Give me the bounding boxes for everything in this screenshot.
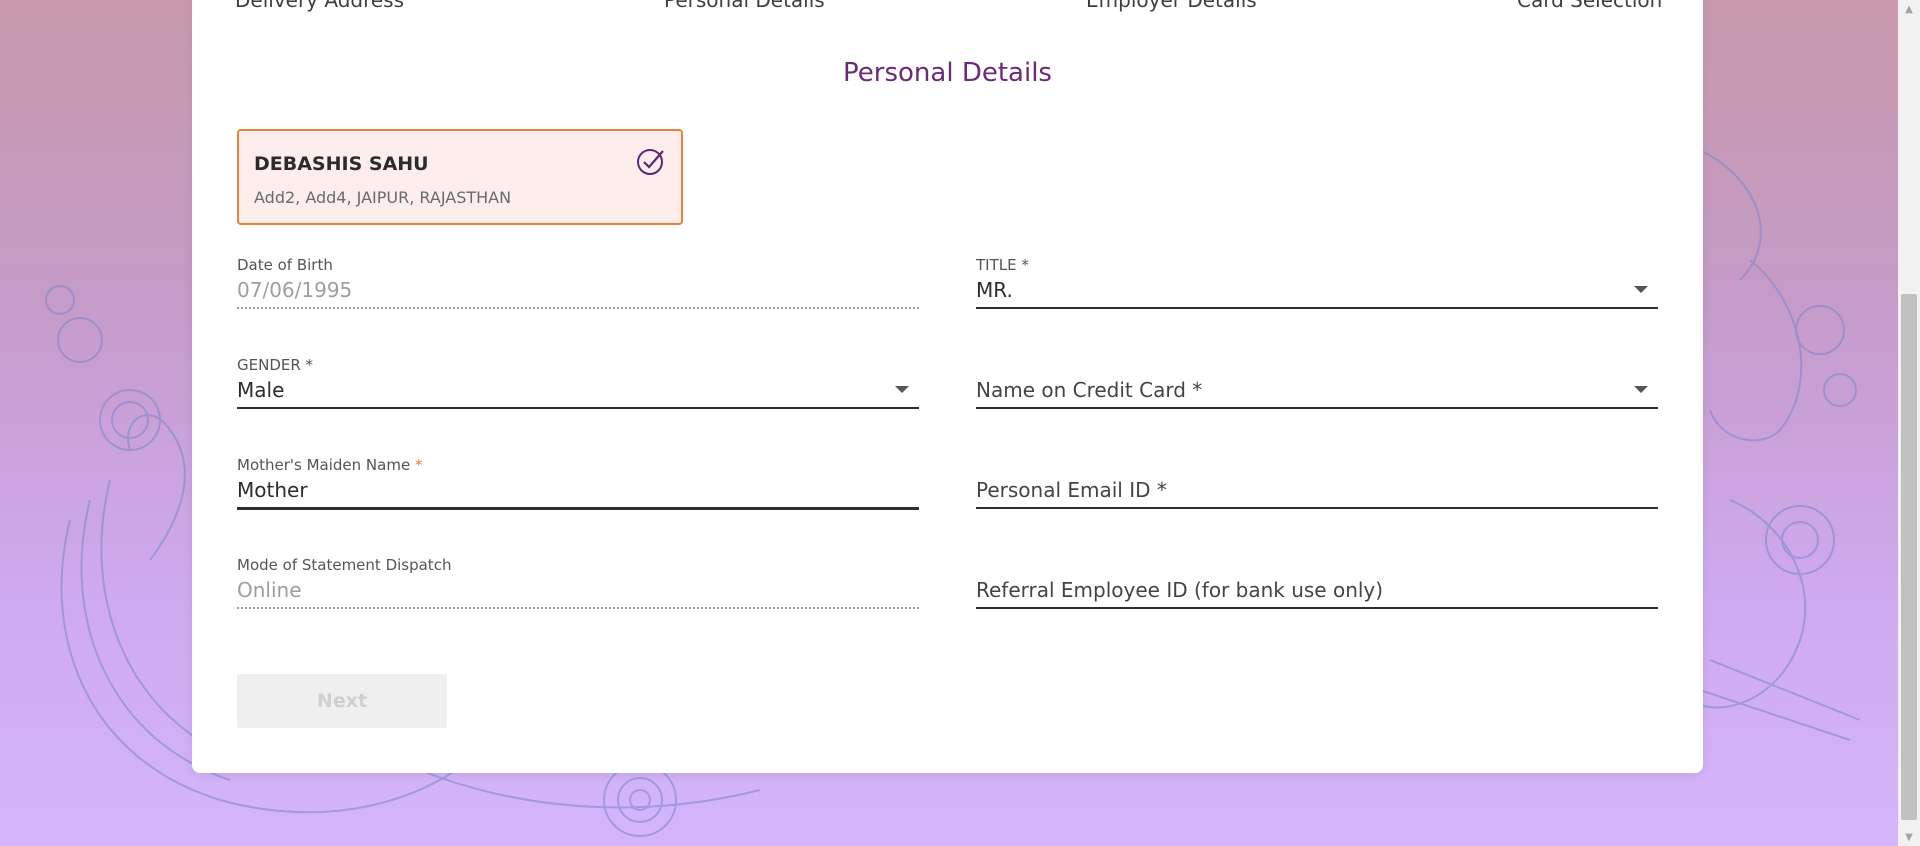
name-on-card-placeholder: Name on Credit Card * xyxy=(976,378,1203,402)
scroll-up-arrow-icon[interactable]: ▲ xyxy=(1898,0,1920,18)
scrollbar-thumb[interactable] xyxy=(1901,294,1917,820)
gender-value: Male xyxy=(237,378,285,402)
customer-profile-card[interactable]: DEBASHIS SAHU Add2, Add4, JAIPUR, RAJAST… xyxy=(237,129,683,225)
personal-details-card: Delivery Address Personal Details Employ… xyxy=(192,0,1703,773)
step-employer-details[interactable]: Employer Details xyxy=(1086,0,1257,12)
title-value: MR. xyxy=(976,278,1013,302)
step-card-selection[interactable]: Card Selection xyxy=(1517,0,1662,12)
mothers-maiden-name-label: Mother's Maiden Name * xyxy=(237,456,423,474)
gender-underline xyxy=(237,407,919,409)
step-delivery-address[interactable]: Delivery Address xyxy=(235,0,404,12)
personal-email-placeholder: Personal Email ID * xyxy=(976,478,1167,502)
personal-email-input[interactable]: Personal Email ID * xyxy=(976,456,1658,512)
check-circle-icon xyxy=(637,149,664,175)
title-label: TITLE * xyxy=(976,256,1029,274)
mothers-maiden-name-field[interactable]: Mother's Maiden Name * Mother xyxy=(237,456,919,512)
statement-dispatch-value: Online xyxy=(237,578,302,602)
required-mark: * xyxy=(414,456,423,474)
referral-employee-id-placeholder: Referral Employee ID (for bank use only) xyxy=(976,578,1384,602)
mothers-maiden-name-value: Mother xyxy=(237,478,308,502)
section-title: Personal Details xyxy=(843,58,1052,88)
title-underline xyxy=(976,307,1658,309)
step-personal-details[interactable]: Personal Details xyxy=(664,0,825,12)
mothers-maiden-name-underline xyxy=(237,507,919,510)
dob-underline xyxy=(237,307,919,309)
statement-dispatch-label: Mode of Statement Dispatch xyxy=(237,556,452,574)
chevron-down-icon xyxy=(895,386,909,393)
vertical-scrollbar[interactable]: ▲ ▼ xyxy=(1898,0,1920,846)
title-select[interactable]: TITLE * MR. xyxy=(976,256,1658,312)
customer-address: Add2, Add4, JAIPUR, RAJASTHAN xyxy=(254,188,512,207)
stepper: Delivery Address Personal Details Employ… xyxy=(192,0,1703,14)
chevron-down-icon xyxy=(1634,286,1648,293)
chevron-down-icon xyxy=(1634,386,1648,393)
referral-employee-id-input[interactable]: Referral Employee ID (for bank use only) xyxy=(976,556,1658,612)
name-on-card-select[interactable]: Name on Credit Card * xyxy=(976,356,1658,412)
customer-name: DEBASHIS SAHU xyxy=(254,153,429,175)
statement-dispatch-field: Mode of Statement Dispatch Online xyxy=(237,556,919,612)
dob-field: Date of Birth 07/06/1995 xyxy=(237,256,919,312)
personal-email-underline xyxy=(976,507,1658,509)
dob-label: Date of Birth xyxy=(237,256,333,274)
scroll-down-arrow-icon[interactable]: ▼ xyxy=(1898,828,1920,846)
gender-select[interactable]: GENDER * Male xyxy=(237,356,919,412)
name-on-card-underline xyxy=(976,407,1658,409)
next-button[interactable]: Next xyxy=(237,674,447,728)
referral-employee-id-underline xyxy=(976,607,1658,609)
statement-dispatch-underline xyxy=(237,607,919,609)
gender-label: GENDER * xyxy=(237,356,314,374)
dob-value: 07/06/1995 xyxy=(237,278,353,302)
